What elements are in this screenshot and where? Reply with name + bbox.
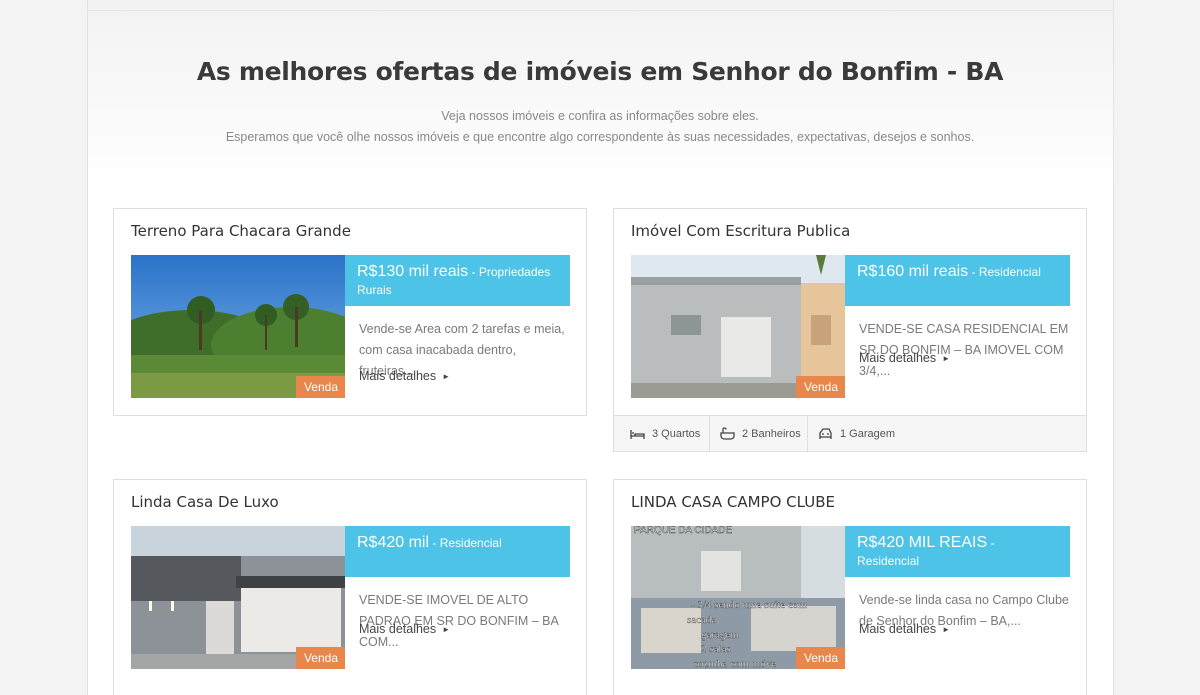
listing-category: - Residencial (968, 265, 1041, 279)
more-details-link[interactable]: Mais detalhes ► (859, 351, 950, 365)
price-banner: R$420 mil - Residencial (345, 526, 570, 577)
section-subtitle-line1: Veja nossos imóveis e confira as informa… (441, 109, 759, 123)
caret-right-icon: ► (942, 625, 951, 634)
listing-photo[interactable]: Venda (631, 255, 845, 398)
photo-overlay-line: sacada (687, 614, 716, 626)
photo-overlay-line: garagem (701, 629, 739, 641)
photo-overlay-line: cozinha com móve (693, 658, 776, 669)
listing-price: R$420 mil (357, 534, 430, 551)
listing-card[interactable]: Imóvel Com Escritura Publica Venda R$160… (613, 208, 1087, 452)
more-details-link[interactable]: Mais detalhes ► (859, 622, 950, 636)
caret-right-icon: ► (442, 372, 451, 381)
bathtub-icon (720, 427, 735, 440)
listing-title[interactable]: LINDA CASA CAMPO CLUBE (631, 493, 835, 511)
features-bar: 3 Quartos 2 Banheiros 1 Garagem (614, 415, 1086, 451)
listing-photo[interactable]: Venda (131, 255, 345, 398)
more-details-link[interactable]: Mais detalhes ► (359, 622, 450, 636)
divider (87, 10, 1114, 11)
feature-bedrooms-label: 3 Quartos (652, 427, 701, 440)
car-icon (819, 428, 832, 439)
caret-right-icon: ► (942, 354, 951, 363)
listing-title[interactable]: Imóvel Com Escritura Publica (631, 222, 850, 240)
more-details-label: Mais detalhes (859, 622, 937, 636)
section-title: As melhores ofertas de imóveis em Senhor… (196, 57, 1004, 86)
listing-title[interactable]: Terreno Para Chacara Grande (131, 222, 351, 240)
more-details-label: Mais detalhes (859, 351, 937, 365)
price-banner: R$420 MIL REAIS - Residencial (845, 526, 1070, 577)
price-banner: R$160 mil reais - Residencial (845, 255, 1070, 306)
photo-overlay-caption: PARQUE DA CIDADE (634, 526, 732, 536)
listing-category: - Residencial (429, 536, 502, 550)
listing-price: R$160 mil reais (857, 263, 969, 280)
feature-bedrooms: 3 Quartos (614, 416, 700, 451)
sale-tag: Venda (295, 647, 345, 669)
caret-right-icon: ► (442, 625, 451, 634)
section-subtitle-line2: Esperamos que você olhe nossos imóveis e… (225, 130, 975, 144)
listing-card[interactable]: Terreno Para Chacara Grande Venda R$130 … (113, 208, 587, 416)
listing-card[interactable]: LINDA CASA CAMPO CLUBE PARQUE DA CIDADE … (613, 479, 1087, 695)
listing-photo[interactable]: Venda (131, 526, 345, 669)
listing-card[interactable]: Linda Casa De Luxo Venda R$420 mil - Res… (113, 479, 587, 695)
more-details-link[interactable]: Mais detalhes ► (359, 369, 450, 383)
feature-garage: 1 Garagem (802, 416, 895, 451)
sale-tag: Venda (795, 376, 845, 398)
price-banner: R$130 mil reais - Propriedades Rurais (345, 255, 570, 306)
bed-icon (630, 429, 645, 439)
more-details-label: Mais detalhes (359, 622, 437, 636)
feature-bathrooms-label: 2 Banheiros (742, 427, 801, 440)
sale-tag: Venda (795, 647, 845, 669)
sale-tag: Venda (295, 376, 345, 398)
photo-overlay-line: 2 salas (701, 643, 731, 655)
listing-price: R$420 MIL REAIS (857, 534, 988, 551)
listing-title[interactable]: Linda Casa De Luxo (131, 493, 279, 511)
listing-photo[interactable]: PARQUE DA CIDADE - 3/4 sendo uma suíte c… (631, 526, 845, 669)
listing-price: R$130 mil reais (357, 263, 469, 280)
photo-overlay-line: - 3/4 sendo uma suíte com (691, 599, 807, 611)
more-details-label: Mais detalhes (359, 369, 437, 383)
feature-garage-label: 1 Garagem (840, 427, 896, 440)
feature-bathrooms: 2 Banheiros (704, 416, 801, 451)
